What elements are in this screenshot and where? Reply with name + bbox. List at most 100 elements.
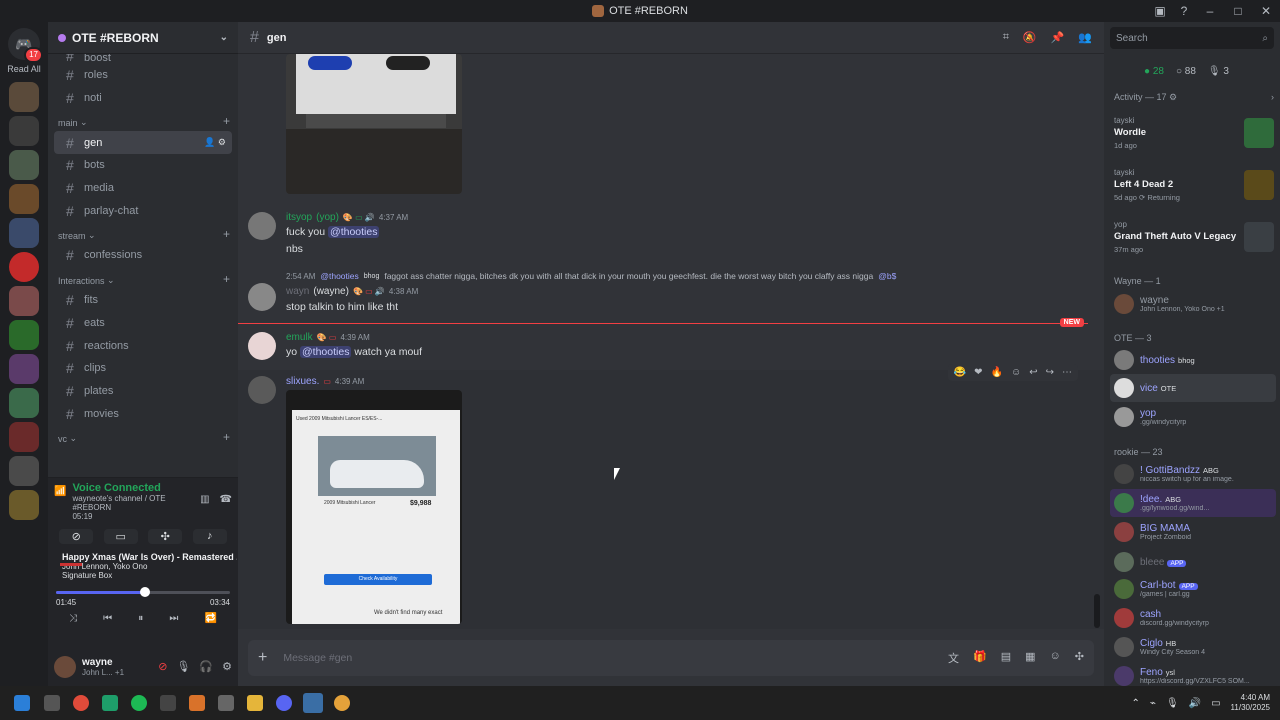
signal-icon[interactable]: 📶	[54, 486, 66, 497]
progress-bar[interactable]	[56, 587, 230, 597]
battery-icon[interactable]: ▭	[1211, 698, 1220, 709]
category-interactions[interactable]: Interactions ⌄ +	[48, 267, 238, 289]
member-item[interactable]: !dee. ABG .gg/lynwood.gg/wind...	[1110, 489, 1276, 517]
server-header[interactable]: OTE #REBORN ⌄	[48, 22, 238, 54]
attach-icon[interactable]: +	[258, 649, 267, 667]
noise-suppression-icon[interactable]: ▥	[200, 494, 209, 505]
repeat-icon[interactable]: 🔁	[204, 613, 216, 624]
members-icon[interactable]: 👥	[1078, 31, 1092, 44]
gif-icon[interactable]: ▤	[1001, 650, 1011, 666]
camera-off-icon[interactable]: ⊘	[158, 660, 167, 673]
activity-card[interactable]: tayski Wordle 1d ago	[1114, 116, 1274, 162]
pin-icon[interactable]: 📌	[1051, 31, 1065, 44]
channel-item[interactable]: # roles	[54, 64, 232, 87]
server-icon[interactable]	[9, 388, 39, 418]
minimize-button[interactable]: –	[1196, 4, 1224, 18]
category-vc[interactable]: vc ⌄ +	[48, 425, 238, 447]
channel-item[interactable]: # media	[54, 177, 232, 200]
author-name[interactable]: emulk	[286, 332, 313, 343]
message-input[interactable]	[283, 652, 949, 664]
avatar[interactable]	[248, 332, 276, 360]
image-attachment[interactable]: Used 2009 Mitsubishi Lancer ES/ES-... 20…	[286, 390, 462, 624]
member-item[interactable]: vice OTE	[1110, 374, 1276, 402]
channel-item[interactable]: # movies	[54, 402, 232, 425]
read-all-button[interactable]: Read All	[0, 64, 48, 74]
activity-card[interactable]: tayski Left 4 Dead 2 5d ago ⟳ Returning	[1114, 168, 1274, 214]
member-item[interactable]: BIG MAMA Project Zomboid	[1110, 518, 1276, 546]
screen-share-icon[interactable]: ▭	[103, 529, 138, 544]
search-input[interactable]: Search ⌕	[1110, 27, 1274, 49]
author-name[interactable]: slixues.	[286, 376, 319, 387]
channel-item[interactable]: # reactions	[54, 334, 232, 357]
channel-item[interactable]: # eats	[54, 312, 232, 335]
file-explorer-icon[interactable]	[247, 695, 263, 711]
apps-icon[interactable]: ✣	[1075, 650, 1084, 666]
activity-icon[interactable]: ✣	[148, 529, 183, 544]
user-mention[interactable]: @thooties	[328, 226, 380, 238]
voice-status[interactable]: Voice Connected	[72, 482, 200, 494]
channel-item[interactable]: # boost	[54, 54, 232, 64]
laugh-reaction-icon[interactable]: 😂	[954, 367, 966, 378]
forward-icon[interactable]: ↪	[1046, 367, 1054, 378]
server-icon[interactable]	[9, 82, 39, 112]
translate-icon[interactable]: 文	[948, 650, 959, 666]
settings-icon[interactable]: ⚙	[222, 660, 232, 673]
mute-icon[interactable]: 🔕	[1023, 31, 1037, 44]
chevron-up-icon[interactable]: ⌃	[1132, 698, 1140, 709]
volume-icon[interactable]: 🔊	[1189, 698, 1201, 709]
voice-channel[interactable]: wayneote's channel / OTE #REBORN	[72, 494, 200, 512]
home-button[interactable]: 🎮 17	[8, 28, 43, 63]
member-item[interactable]: thooties bhog	[1110, 346, 1276, 374]
soundboard-icon[interactable]: ♪	[192, 529, 227, 544]
member-item[interactable]: Ciglo HB Windy City Season 4	[1110, 633, 1276, 661]
avatar[interactable]	[248, 283, 276, 311]
maximize-button[interactable]: □	[1224, 4, 1252, 18]
member-item[interactable]: Feno ysl https://discord.gg/VZXLFC5 SOM...	[1110, 662, 1276, 686]
reply-icon[interactable]: ↩	[1029, 367, 1037, 378]
task-view-icon[interactable]	[44, 695, 60, 711]
category-main[interactable]: main ⌄ +	[48, 109, 238, 131]
chrome-icon[interactable]	[73, 695, 89, 711]
sticker-icon[interactable]: ▦	[1025, 650, 1035, 666]
server-icon[interactable]	[9, 150, 39, 180]
server-icon[interactable]	[9, 456, 39, 486]
spotify-icon[interactable]	[131, 695, 147, 711]
member-item[interactable]: cash discord.gg/windycityrp	[1110, 604, 1276, 632]
microphone-icon[interactable]: 🎙	[1166, 698, 1179, 709]
help-icon[interactable]: ?	[1172, 4, 1196, 18]
windows-start-icon[interactable]	[14, 695, 30, 711]
more-icon[interactable]: ⋯	[1062, 367, 1072, 378]
server-icon[interactable]	[9, 320, 39, 350]
previous-icon[interactable]: ⏮	[103, 613, 112, 624]
add-channel-icon[interactable]: +	[223, 227, 230, 241]
server-icon[interactable]	[9, 354, 39, 384]
server-icon[interactable]	[9, 252, 39, 282]
emoji-icon[interactable]: ☺	[1050, 650, 1061, 666]
scrollbar[interactable]	[1094, 594, 1100, 628]
activity-card[interactable]: yop Grand Theft Auto V Legacy 37m ago	[1114, 220, 1274, 266]
member-item[interactable]: Carl-bot APP/games | carl.gg	[1110, 575, 1276, 603]
server-icon[interactable]	[9, 286, 39, 316]
server-icon[interactable]	[9, 490, 39, 520]
member-item[interactable]: ! GottiBandzz ABG niccas switch up for an …	[1110, 460, 1276, 488]
reply-preview[interactable]: 2:54 AM @thooties bhog faggot ass chatte…	[286, 271, 896, 281]
headphones-icon[interactable]: 🎧	[199, 660, 213, 673]
next-icon[interactable]: ⏭	[169, 613, 178, 624]
channel-item[interactable]: # clips	[54, 357, 232, 380]
avatar[interactable]	[248, 212, 276, 240]
app-icon[interactable]	[303, 693, 323, 713]
clock[interactable]: 4:40 AM 11/30/2025	[1231, 693, 1270, 713]
store-icon[interactable]	[102, 695, 118, 711]
discord-icon[interactable]	[276, 695, 292, 711]
heart-reaction-icon[interactable]: ❤	[974, 367, 982, 378]
camera-off-icon[interactable]: ⊘	[59, 529, 94, 544]
channel-item[interactable]: # plates	[54, 380, 232, 403]
close-button[interactable]: ✕	[1252, 4, 1280, 18]
author-name[interactable]: wayn	[286, 286, 309, 297]
member-item[interactable]: bleee APP	[1110, 548, 1276, 576]
fire-reaction-icon[interactable]: 🔥	[991, 367, 1003, 378]
xbox-icon[interactable]	[160, 695, 176, 711]
reply-author[interactable]: @thooties	[320, 271, 358, 281]
activity-header[interactable]: Activity — 17 ⚙ ›	[1114, 92, 1274, 103]
username[interactable]: wayne	[82, 657, 124, 668]
